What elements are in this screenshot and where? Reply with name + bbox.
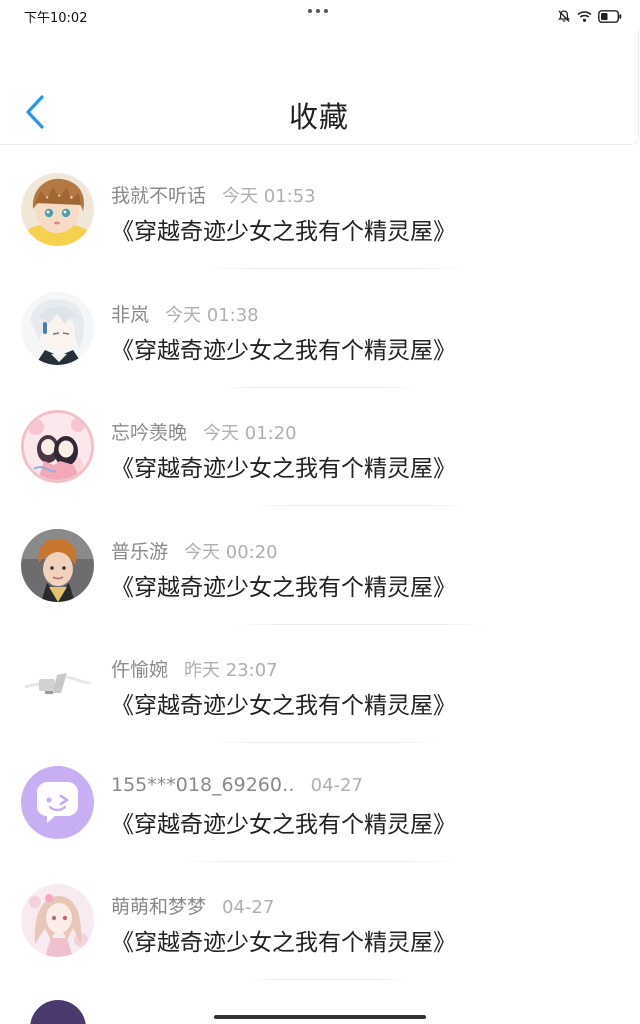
divider xyxy=(250,505,470,506)
chat-bubble-icon xyxy=(21,765,94,839)
timestamp: 今天 01:38 xyxy=(165,304,259,326)
page-title: 收藏 xyxy=(288,100,349,134)
divider xyxy=(250,979,410,980)
user-avatar[interactable] xyxy=(21,884,94,957)
divider xyxy=(210,742,440,743)
divider xyxy=(180,860,460,862)
username: 忘吟羡晚 xyxy=(111,422,188,444)
timestamp: 04-27 xyxy=(310,774,363,796)
header-bar: 收藏 xyxy=(0,30,639,145)
username: 萌萌和梦梦 xyxy=(111,896,207,918)
book-title: 《穿越奇迹少女之我有个精灵屋》 xyxy=(111,693,456,719)
status-icons xyxy=(557,8,622,27)
book-title: 《穿越奇迹少女之我有个精灵屋》 xyxy=(111,337,456,364)
user-avatar[interactable] xyxy=(21,410,94,483)
divider xyxy=(230,623,490,625)
status-time: 下午10:02 xyxy=(24,11,88,26)
favorites-screen: 下午10:02 收藏 我就不听话 今天 01:53 《穿越奇迹少女之我有个精灵屋… xyxy=(0,0,640,1024)
book-title: 《穿越奇迹少女之我有个精灵屋》 xyxy=(111,930,456,956)
wifi-icon xyxy=(577,8,592,27)
favorite-item[interactable]: 仵愉婉 昨天 23:07 《穿越奇迹少女之我有个精灵屋》 xyxy=(0,628,640,747)
home-indicator[interactable] xyxy=(214,1015,426,1019)
favorite-item[interactable]: 非岚 今天 01:38 《穿越奇迹少女之我有个精灵屋》 xyxy=(0,273,640,392)
username: 普乐游 xyxy=(111,540,169,563)
user-avatar[interactable] xyxy=(21,291,94,365)
user-avatar[interactable] xyxy=(21,765,94,839)
username-line: 155***018_69260‥ 04-27 xyxy=(111,774,363,796)
book-title: 《穿越奇迹少女之我有个精灵屋》 xyxy=(111,574,456,601)
favorite-item[interactable]: 155***018_69260‥ 04-27 《穿越奇迹少女之我有个精灵屋》 xyxy=(0,747,640,866)
user-avatar[interactable] xyxy=(21,173,94,246)
timestamp: 今天 00:20 xyxy=(184,541,278,563)
battery-icon xyxy=(598,8,622,27)
book-title: 《穿越奇迹少女之我有个精灵屋》 xyxy=(111,811,456,838)
book-title: 《穿越奇迹少女之我有个精灵屋》 xyxy=(111,456,456,482)
username: 非岚 xyxy=(111,303,150,326)
timestamp: 今天 01:20 xyxy=(203,423,297,444)
username: 我就不听话 xyxy=(111,185,207,207)
book-title: 《穿越奇迹少女之我有个精灵屋》 xyxy=(111,219,456,245)
divider xyxy=(220,386,420,388)
username-line: 忘吟羡晚 今天 01:20 xyxy=(111,418,297,445)
status-bar: 下午10:02 xyxy=(0,0,640,30)
user-avatar[interactable] xyxy=(21,647,94,720)
username: 155***018_69260‥ xyxy=(111,773,295,796)
username-line: 我就不听话 今天 01:53 xyxy=(111,181,316,208)
username-line: 仵愉婉 昨天 23:07 xyxy=(111,655,278,682)
username-line: 萌萌和梦梦 04-27 xyxy=(111,892,274,919)
favorite-item[interactable]: 普乐游 今天 00:20 《穿越奇迹少女之我有个精灵屋》 xyxy=(0,510,640,629)
timestamp: 昨天 23:07 xyxy=(184,660,278,681)
timestamp: 今天 01:53 xyxy=(222,186,316,207)
username-line: 非岚 今天 01:38 xyxy=(111,300,259,327)
divider xyxy=(200,268,470,269)
user-avatar[interactable] xyxy=(30,1000,86,1024)
favorite-item[interactable]: 萌萌和梦梦 04-27 《穿越奇迹少女之我有个精灵屋》 xyxy=(0,865,640,984)
user-avatar[interactable] xyxy=(21,528,94,602)
multitask-dots-icon[interactable] xyxy=(308,9,328,13)
username: 仵愉婉 xyxy=(111,659,169,681)
favorite-item[interactable]: 我就不听话 今天 01:53 《穿越奇迹少女之我有个精灵屋》 xyxy=(0,154,640,273)
favorite-item[interactable]: 忘吟羡晚 今天 01:20 《穿越奇迹少女之我有个精灵屋》 xyxy=(0,391,640,510)
username-line: 普乐游 今天 00:20 xyxy=(111,537,278,564)
favorites-list: 我就不听话 今天 01:53 《穿越奇迹少女之我有个精灵屋》 非岚 今天 01:… xyxy=(0,154,640,984)
bell-off-icon xyxy=(557,8,571,27)
timestamp: 04-27 xyxy=(222,897,275,918)
